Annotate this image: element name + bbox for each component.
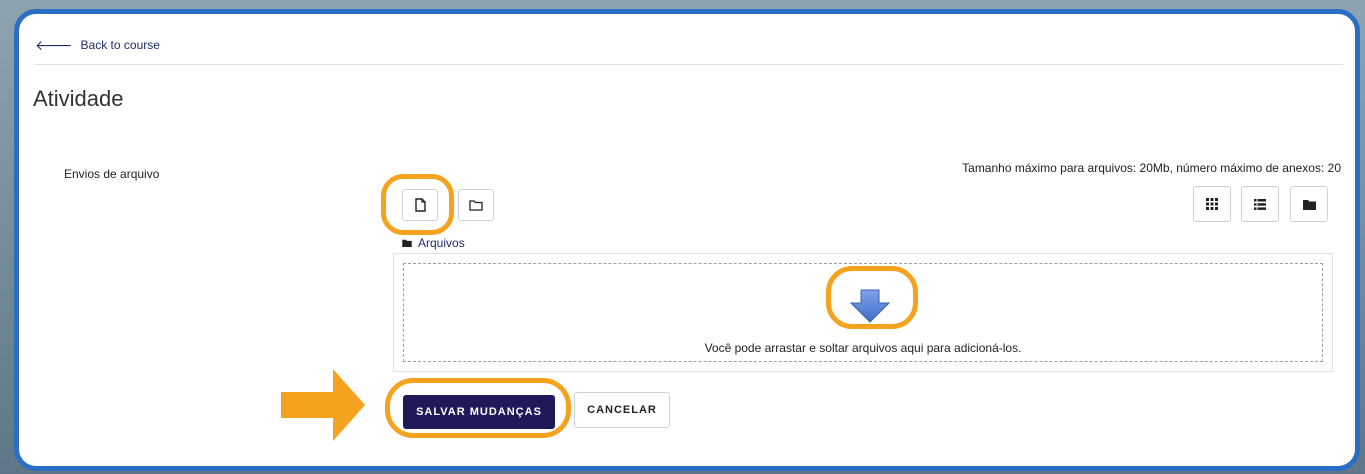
highlight-drop-arrow: [826, 266, 918, 329]
drop-zone-hint: Você pode arrastar e soltar arquivos aqu…: [704, 341, 1022, 355]
file-submissions-label: Envios de arquivo: [64, 167, 160, 181]
back-to-course-link[interactable]: 🡐 Back to course: [35, 38, 160, 52]
screenshot-frame: 🡐 Back to course Atividade Envios de arq…: [14, 9, 1360, 471]
highlight-add-file: [381, 174, 454, 235]
divider: [35, 64, 1343, 65]
grid-icon: [1206, 198, 1218, 210]
back-link-label: Back to course: [80, 38, 160, 52]
view-grid-button[interactable]: [1193, 186, 1231, 222]
list-icon: [1254, 198, 1266, 210]
folder-icon: [1302, 199, 1316, 210]
folder-outline-icon: [469, 200, 483, 211]
create-folder-button[interactable]: [458, 189, 494, 221]
view-tree-button[interactable]: [1290, 186, 1328, 222]
folder-path: Arquivos: [402, 236, 465, 250]
folder-name-link[interactable]: Arquivos: [418, 236, 465, 250]
pointer-arrow-icon: [281, 369, 365, 441]
arrow-left-icon: 🡐: [35, 37, 73, 53]
folder-icon: [402, 239, 412, 247]
page-title: Atividade: [33, 86, 124, 111]
highlight-save-button: [385, 378, 571, 438]
cancel-button[interactable]: CANCELAR: [574, 392, 670, 428]
view-list-button[interactable]: [1241, 186, 1279, 222]
upload-limits-text: Tamanho máximo para arquivos: 20Mb, núme…: [962, 161, 1341, 175]
